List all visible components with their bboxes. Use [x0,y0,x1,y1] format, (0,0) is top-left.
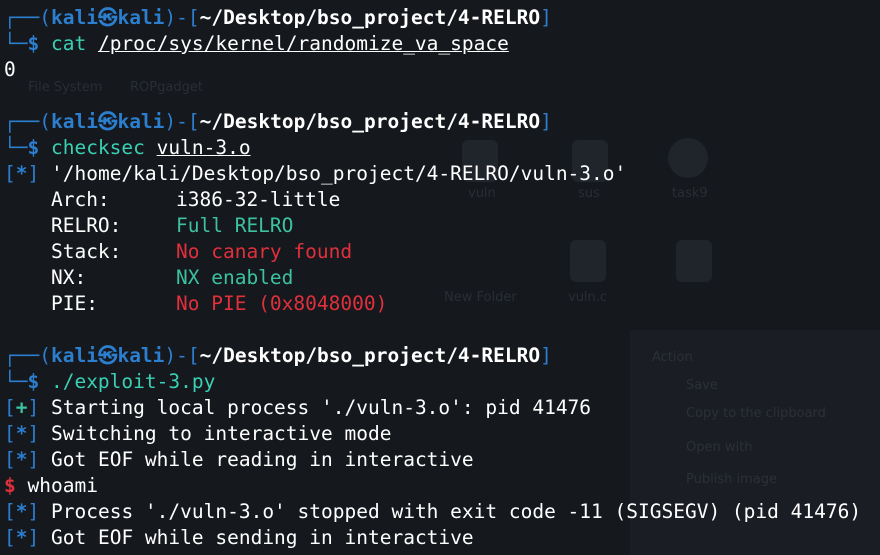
log-text: Starting local process './vuln-3.o': pid… [51,396,592,419]
prompt-header: ┌──(kali㉿kali)-[~/Desktop/bso_project/4-… [4,110,552,133]
prompt-header: ┌──(kali㉿kali)-[~/Desktop/bso_project/4-… [4,6,552,29]
prompt-host: kali [117,344,165,367]
shell-prompt: $ [4,474,16,497]
log-line: [*] Got EOF while sending in interactive [4,526,474,549]
prompt-at-icon: ㉿ [97,6,118,29]
prop-key: Arch: [50,188,110,211]
log-line: [*] Process './vuln-3.o' stopped with ex… [4,500,862,523]
prompt-host: kali [117,6,165,29]
prompt-user: kali [50,344,98,367]
prop-value: Full RELRO [176,214,294,237]
checksec-row-arch: Arch: i386-32-little [4,187,604,213]
command-line: └─$ ./exploit-3.py [4,370,216,393]
prompt-host: kali [117,110,165,133]
prompt-path: ~/Desktop/bso_project/4-RELRO [199,6,541,29]
prop-value: No PIE (0x8048000) [176,292,388,315]
checksec-row-stack: Stack: No canary found [4,239,604,265]
log-tag: * [15,526,28,549]
prop-value: i386-32-little [176,188,341,211]
prompt-at-icon: ㉿ [97,344,118,367]
prop-key: NX: [50,266,87,289]
log-tag: + [15,396,28,419]
command-line: └─$ cat /proc/sys/kernel/randomize_va_sp… [4,32,509,55]
log-line: [*] Switching to interactive mode [4,422,392,445]
log-tag: * [15,448,28,471]
log-line: [+] Starting local process './vuln-3.o':… [4,396,592,419]
prop-value: No canary found [176,240,353,263]
command-argument: vuln-3.o [156,136,251,159]
command-name: checksec [50,136,145,159]
checksec-row-relro: RELRO: Full RELRO [4,213,604,239]
log-text: Got EOF while sending in interactive [51,526,474,549]
info-line: [*] '/home/kali/Desktop/bso_project/4-RE… [4,162,627,185]
log-text: Process './vuln-3.o' stopped with exit c… [51,500,862,523]
shell-command: whoami [27,474,98,497]
command-line: └─$ checksec vuln-3.o [4,136,251,159]
command-name: ./exploit-3.py [50,370,216,393]
command-argument: /proc/sys/kernel/randomize_va_space [97,32,509,55]
terminal-output[interactable]: ┌──(kali㉿kali)-[~/Desktop/bso_project/4-… [0,0,880,555]
prompt-header: ┌──(kali㉿kali)-[~/Desktop/bso_project/4-… [4,344,552,367]
prop-key: RELRO: [50,214,122,237]
prompt-path: ~/Desktop/bso_project/4-RELRO [199,110,541,133]
prompt-path: ~/Desktop/bso_project/4-RELRO [199,344,541,367]
checksec-row-nx: NX: NX enabled [4,265,604,291]
prop-value: NX enabled [176,266,294,289]
prompt-at-icon: ㉿ [97,110,118,133]
log-tag: * [15,422,28,445]
prop-key: Stack: [50,240,122,263]
prompt-user: kali [50,110,98,133]
shell-line: $ whoami [4,473,98,499]
command-output: 0 [4,58,16,81]
command-name: cat [50,32,87,55]
log-text: Switching to interactive mode [51,422,392,445]
checksec-file-path: '/home/kali/Desktop/bso_project/4-RELRO/… [51,162,627,185]
prompt-user: kali [50,6,98,29]
log-text: Got EOF while reading in interactive [51,448,474,471]
checksec-row-pie: PIE: No PIE (0x8048000) [4,291,604,317]
log-tag: * [15,500,28,523]
log-line: [*] Got EOF while reading in interactive [4,448,474,471]
prop-key: PIE: [50,292,98,315]
